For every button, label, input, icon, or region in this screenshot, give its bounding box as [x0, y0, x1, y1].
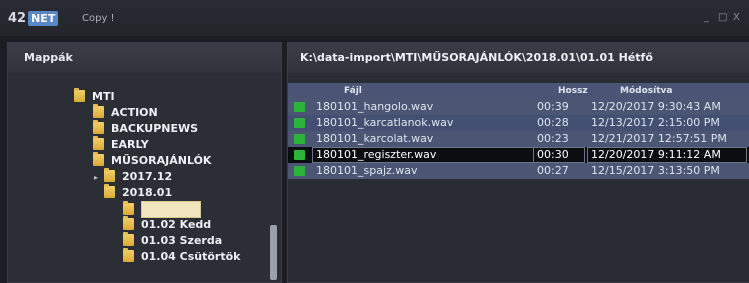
cell-focus-border	[533, 147, 585, 163]
tree-item[interactable]: ▸ 2017.12	[94, 168, 173, 186]
file-duration: 00:27	[537, 164, 569, 177]
folder-icon	[123, 216, 134, 230]
tree-item-label: ACTION	[111, 106, 158, 119]
folders-header: Mappák	[8, 43, 281, 73]
file-duration: 00:39	[537, 100, 569, 113]
file-list-header: Fájl Hossz Módosítva	[288, 83, 749, 99]
column-duration[interactable]: Hossz	[558, 83, 588, 99]
tree-item-label: 2018.01	[122, 186, 173, 199]
app-logo: 42 NET	[8, 11, 59, 26]
folder-icon	[93, 120, 104, 134]
folder-icon	[123, 200, 134, 215]
folder-icon	[93, 104, 104, 118]
folder-icon	[93, 152, 104, 166]
folder-icon	[104, 168, 115, 182]
current-path: K:\data-import\MTI\MŰSORAJÁNLÓK\2018.01\…	[288, 43, 749, 73]
maximize-button[interactable]: □	[718, 12, 727, 23]
file-modified: 12/21/2017 12:57:51 PM	[591, 132, 727, 145]
file-modified: 12/13/2017 2:15:00 PM	[591, 116, 720, 129]
file-row[interactable]: 180101_hangolo.wav 00:39 12/20/2017 9:30:4…	[288, 99, 749, 115]
folders-panel: Mappák MTI ACTION BACKUPNEWS EARLY MŰSORAJÁN…	[7, 42, 282, 283]
tree-item[interactable]: BACKUPNEWS	[93, 120, 199, 137]
audio-status-icon	[294, 166, 305, 176]
close-button[interactable]: X	[733, 12, 740, 23]
file-row[interactable]: 180101_karcolat.wav 00:23 12/21/2017 12:57…	[288, 131, 749, 147]
file-duration: 00:28	[537, 116, 569, 129]
files-panel: K:\data-import\MTI\MŰSORAJÁNLÓK\2018.01\…	[287, 42, 749, 283]
tree-item[interactable]	[123, 200, 201, 218]
expand-icon[interactable]: ▸	[94, 170, 104, 186]
folder-icon	[123, 248, 134, 262]
scrollbar-thumb[interactable]	[270, 225, 277, 280]
minimize-button[interactable]: _	[704, 12, 709, 23]
file-row[interactable]: 180101_regiszter.wav 00:30 12/20/2017 9:11…	[288, 147, 749, 163]
tree-item[interactable]: 01.04 Csütörtök	[123, 248, 241, 265]
tree-item[interactable]: MTI	[74, 88, 115, 105]
tree-item-label: MŰSORAJÁNLÓK	[111, 154, 212, 167]
file-duration: 00:23	[537, 132, 569, 145]
audio-status-icon	[294, 118, 305, 128]
tree-item-label: BACKUPNEWS	[111, 122, 199, 135]
tree-item[interactable]: ACTION	[93, 104, 158, 121]
cell-focus-border	[312, 147, 534, 163]
tree-item-label: 01.04 Csütörtök	[141, 250, 241, 263]
audio-status-icon	[294, 134, 305, 144]
cell-focus-border	[587, 147, 747, 163]
window-title: Copy !	[82, 13, 115, 24]
folder-icon	[123, 232, 134, 246]
folder-tree: MTI ACTION BACKUPNEWS EARLY MŰSORAJÁNLÓK ▸ 201…	[8, 73, 268, 282]
tree-item-label: 01.02 Kedd	[141, 218, 212, 231]
logo-text: 42	[8, 11, 27, 26]
folder-icon	[104, 184, 115, 198]
tree-item[interactable]: 01.03 Szerda	[123, 232, 223, 249]
tree-item-label: 01.03 Szerda	[141, 234, 223, 247]
folder-scrollbar[interactable]	[270, 75, 277, 280]
file-list: 180101_hangolo.wav 00:39 12/20/2017 9:30:4…	[288, 99, 749, 179]
tree-item[interactable]: EARLY	[93, 136, 149, 153]
column-file[interactable]: Fájl	[344, 83, 362, 99]
file-name: 180101_karcolat.wav	[316, 132, 434, 145]
tree-item-label: 2017.12	[122, 170, 173, 183]
tree-item-label: MTI	[92, 90, 115, 103]
folder-icon	[74, 88, 85, 102]
file-name: 180101_spajz.wav	[316, 164, 418, 177]
audio-status-icon	[294, 102, 305, 112]
tree-item[interactable]: 01.02 Kedd	[123, 216, 212, 233]
column-modified[interactable]: Módosítva	[620, 83, 672, 99]
audio-status-icon	[294, 150, 305, 160]
file-modified: 12/20/2017 9:30:43 AM	[591, 100, 721, 113]
logo-badge: NET	[28, 11, 59, 26]
file-modified: 12/15/2017 3:13:50 PM	[591, 164, 720, 177]
title-bar: 42 NET Copy ! _ □ X	[0, 0, 749, 36]
file-name: 180101_hangolo.wav	[316, 100, 434, 113]
tree-item[interactable]: MŰSORAJÁNLÓK	[93, 152, 212, 169]
file-row[interactable]: 180101_spajz.wav 00:27 12/15/2017 3:13:50 …	[288, 163, 749, 179]
tree-item[interactable]: 2018.01	[104, 184, 173, 201]
selected-folder-highlight[interactable]	[141, 201, 201, 218]
tree-item-label: EARLY	[111, 138, 149, 151]
file-row[interactable]: 180101_karcatlanok.wav 00:28 12/13/2017 2:…	[288, 115, 749, 131]
file-name: 180101_karcatlanok.wav	[316, 116, 454, 129]
folder-icon	[93, 136, 104, 150]
